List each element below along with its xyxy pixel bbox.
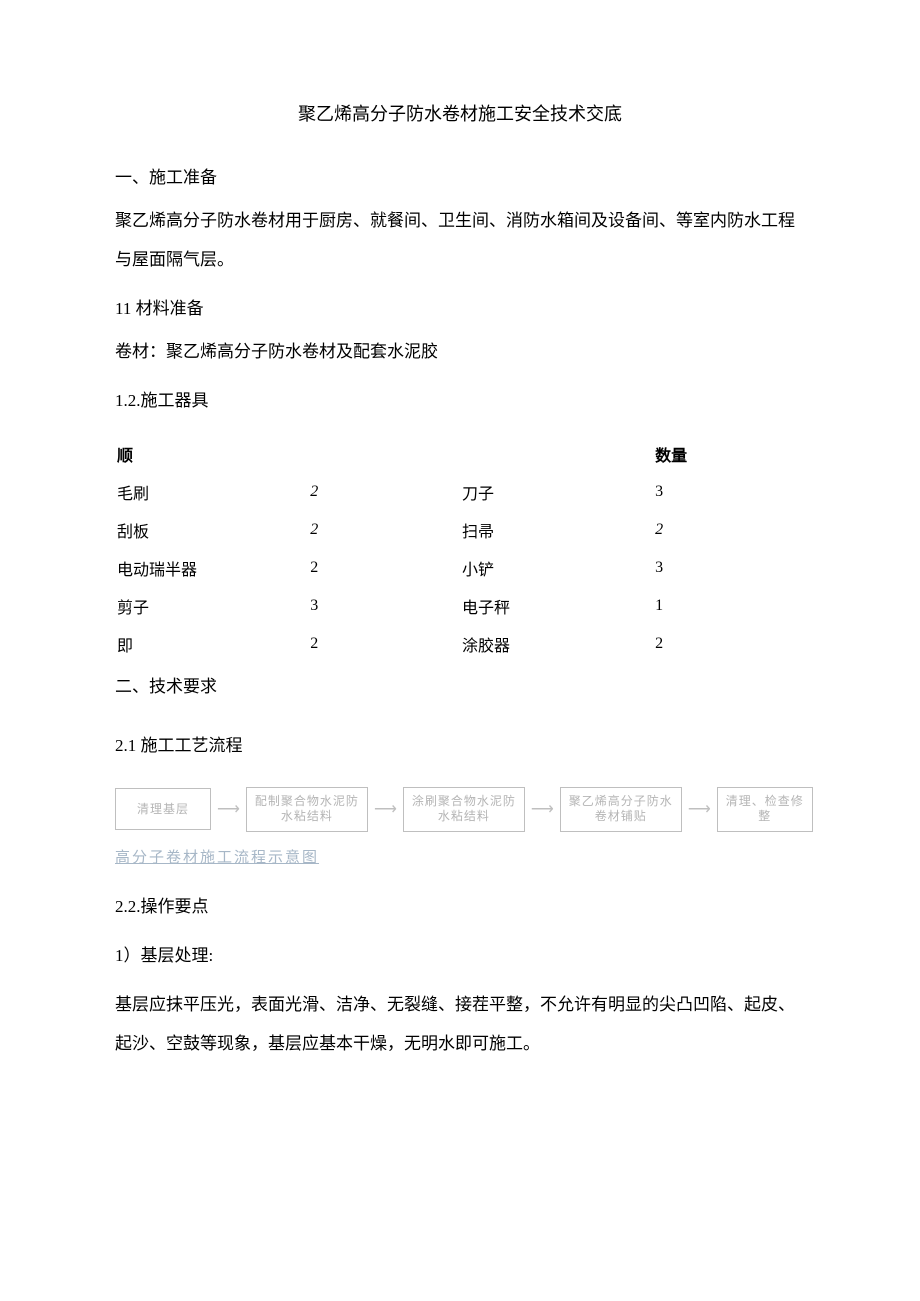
tool-name: 剪子 [115, 587, 308, 625]
tool-name: 电动瑞半器 [115, 549, 308, 587]
tool-qty: 1 [653, 587, 805, 625]
flow-step-1: 清理基层 [115, 788, 211, 830]
section-1-1-heading: 11 材料准备 [115, 289, 805, 328]
table-row: 电动瑞半器2小铲3 [115, 549, 805, 587]
tool-name: 即 [115, 625, 308, 663]
table-row: 剪子3电子秤1 [115, 587, 805, 625]
intro-paragraph: 聚乙烯高分子防水卷材用于厨房、就餐间、卫生间、消防水箱间及设备间、等室内防水工程… [115, 201, 805, 279]
table-row: 毛刷2刀子3 [115, 473, 805, 511]
flow-step-5: 清理、检查修整 [717, 787, 813, 832]
flow-caption: 高分子卷材施工流程示意图 [115, 846, 805, 867]
tool-name: 涂胶器 [460, 625, 653, 663]
section-2-2-1-heading: 1）基层处理: [115, 936, 805, 975]
table-row: 刮板2扫帚2 [115, 511, 805, 549]
table-row: 即2涂胶器2 [115, 625, 805, 663]
section-1-2-heading: 1.2.施工器具 [115, 381, 805, 420]
section-1-heading: 一、施工准备 [115, 158, 805, 197]
table-header-blank2 [460, 435, 653, 473]
tool-name: 刮板 [115, 511, 308, 549]
tool-qty: 3 [653, 549, 805, 587]
flow-step-4: 聚乙烯高分子防水卷材铺贴 [560, 787, 682, 832]
tool-qty: 2 [308, 473, 460, 511]
section-2-heading: 二、技术要求 [115, 667, 805, 706]
tool-name: 刀子 [460, 473, 653, 511]
table-header-left: 顺 [115, 435, 308, 473]
tool-name: 电子秤 [460, 587, 653, 625]
tools-table: 顺 数量 毛刷2刀子3刮板2扫帚2电动瑞半器2小铲3剪子3电子秤1即2涂胶器2 [115, 435, 805, 663]
material-paragraph: 卷材：聚乙烯高分子防水卷材及配套水泥胶 [115, 332, 805, 371]
document-page: 聚乙烯高分子防水卷材施工安全技术交底 一、施工准备 聚乙烯高分子防水卷材用于厨房… [0, 0, 920, 1133]
flow-step-3: 涂刷聚合物水泥防水粘结料 [403, 787, 525, 832]
arrow-icon: ⟶ [531, 799, 554, 819]
tool-name: 小铲 [460, 549, 653, 587]
tool-qty: 2 [308, 625, 460, 663]
table-header-row: 顺 数量 [115, 435, 805, 473]
tool-qty: 2 [308, 549, 460, 587]
section-2-1-heading: 2.1 施工工艺流程 [115, 726, 805, 765]
table-header-right: 数量 [653, 435, 805, 473]
section-2-2-1-body: 基层应抹平压光，表面光滑、洁净、无裂缝、接茬平整，不允许有明显的尖凸凹陷、起皮、… [115, 985, 805, 1063]
tool-qty: 2 [653, 625, 805, 663]
tool-qty: 2 [653, 511, 805, 549]
tool-qty: 2 [308, 511, 460, 549]
arrow-icon: ⟶ [217, 799, 240, 819]
arrow-icon: ⟶ [374, 799, 397, 819]
table-header-blank1 [308, 435, 460, 473]
document-title: 聚乙烯高分子防水卷材施工安全技术交底 [115, 100, 805, 126]
tool-qty: 3 [653, 473, 805, 511]
flow-step-2: 配制聚合物水泥防水粘结料 [246, 787, 368, 832]
flow-diagram: 清理基层 ⟶ 配制聚合物水泥防水粘结料 ⟶ 涂刷聚合物水泥防水粘结料 ⟶ 聚乙烯… [115, 787, 805, 832]
section-2-2-heading: 2.2.操作要点 [115, 887, 805, 926]
tool-name: 毛刷 [115, 473, 308, 511]
arrow-icon: ⟶ [688, 799, 711, 819]
tool-name: 扫帚 [460, 511, 653, 549]
tool-qty: 3 [308, 587, 460, 625]
